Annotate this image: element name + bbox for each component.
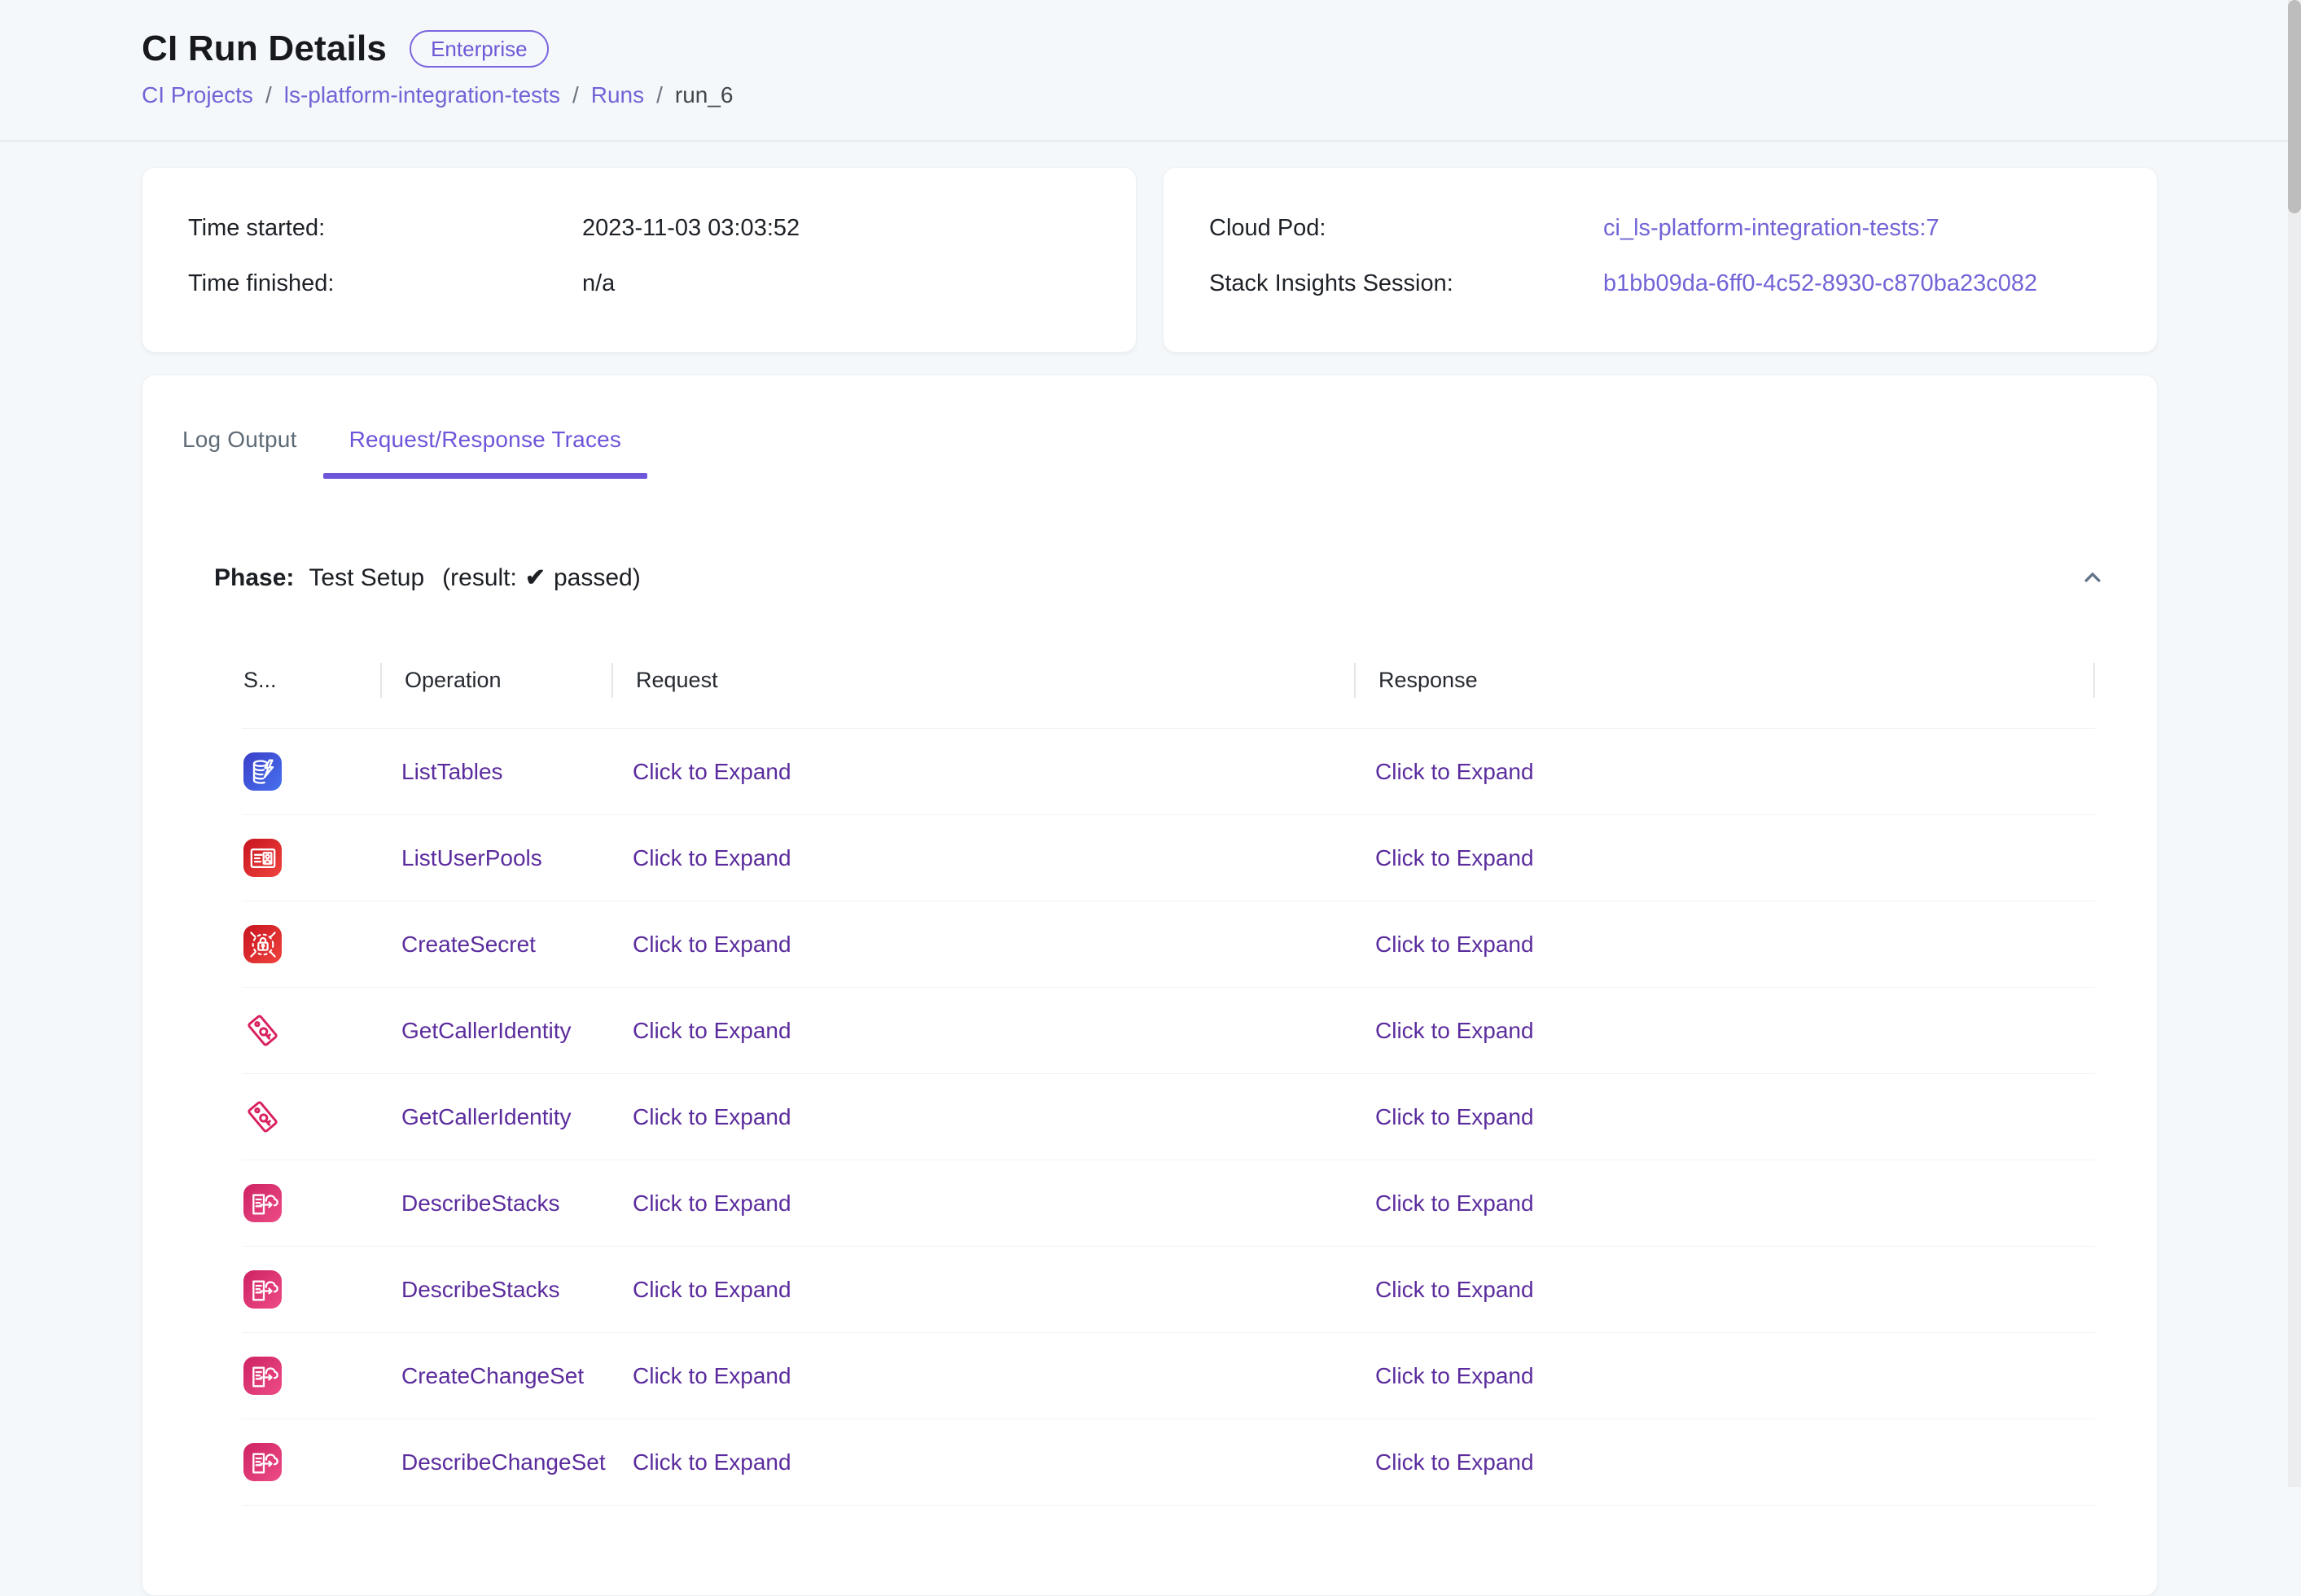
column-header-service: S...	[242, 633, 382, 728]
table-row: DescribeStacks Click to Expand Click to …	[242, 1247, 2095, 1333]
phase-header: Phase: Test Setup (result: ✔ passed)	[214, 559, 2110, 595]
phase-title: Phase: Test Setup (result: ✔ passed)	[214, 563, 641, 592]
column-header-request: Request	[613, 633, 1356, 728]
request-expand-link[interactable]: Click to Expand	[633, 1277, 791, 1302]
table-row: GetCallerIdentity Click to Expand Click …	[242, 988, 2095, 1074]
enterprise-badge-label: Enterprise	[431, 37, 528, 62]
response-expand-link[interactable]: Click to Expand	[1375, 1277, 1534, 1302]
trace-table-body: ListTables Click to Expand Click to Expa…	[242, 729, 2095, 1506]
request-expand-link[interactable]: Click to Expand	[633, 759, 791, 784]
time-finished-row: Time finished: n/a	[188, 267, 1090, 300]
operation-link[interactable]: DescribeChangeSet	[401, 1449, 606, 1475]
response-expand-link[interactable]: Click to Expand	[1375, 1104, 1534, 1129]
trace-table: S... Operation Request Response ListTabl…	[242, 633, 2095, 1506]
cloud-pod-row: Cloud Pod: ci_ls-platform-integration-te…	[1209, 212, 2111, 244]
phase-result-suffix: passed)	[554, 564, 641, 592]
traces-card: Log Output Request/Response Traces Phase…	[142, 375, 2158, 1596]
phase-label: Phase:	[214, 564, 294, 592]
secretsmanager-icon	[243, 925, 282, 963]
time-finished-value: n/a	[582, 267, 615, 300]
stack-insights-row: Stack Insights Session: b1bb09da-6ff0-4c…	[1209, 267, 2111, 300]
cloudformation-icon	[243, 1184, 282, 1222]
operation-link[interactable]: GetCallerIdentity	[401, 1018, 572, 1043]
operation-link[interactable]: ListTables	[401, 759, 503, 784]
phase-collapse-button[interactable]	[2075, 560, 2110, 594]
request-expand-link[interactable]: Click to Expand	[633, 1190, 791, 1216]
stack-insights-label: Stack Insights Session:	[1209, 267, 1603, 300]
breadcrumb-current-run: run_6	[675, 81, 734, 109]
operation-link[interactable]: DescribeStacks	[401, 1190, 560, 1216]
time-started-label: Time started:	[188, 212, 582, 244]
table-row: DescribeChangeSet Click to Expand Click …	[242, 1419, 2095, 1506]
phase-name: Test Setup	[309, 564, 424, 592]
column-header-response: Response	[1356, 633, 2095, 728]
phase-result-prefix: (result:	[442, 564, 517, 592]
table-row: ListUserPools Click to Expand Click to E…	[242, 815, 2095, 901]
tab-log-output[interactable]: Log Output	[156, 401, 323, 479]
breadcrumb-runs[interactable]: Runs	[591, 81, 644, 109]
table-row: ListTables Click to Expand Click to Expa…	[242, 729, 2095, 815]
page-header: CI Run Details Enterprise CI Projects / …	[0, 0, 2301, 142]
tab-request-response-traces[interactable]: Request/Response Traces	[323, 401, 648, 479]
enterprise-badge: Enterprise	[410, 30, 549, 68]
response-expand-link[interactable]: Click to Expand	[1375, 1363, 1534, 1388]
cloudformation-icon	[243, 1443, 282, 1481]
operation-link[interactable]: CreateSecret	[401, 932, 536, 957]
response-expand-link[interactable]: Click to Expand	[1375, 1018, 1534, 1043]
time-started-value: 2023-11-03 03:03:52	[582, 212, 800, 244]
response-expand-link[interactable]: Click to Expand	[1375, 845, 1534, 870]
time-started-row: Time started: 2023-11-03 03:03:52	[188, 212, 1090, 244]
response-expand-link[interactable]: Click to Expand	[1375, 1449, 1534, 1475]
breadcrumb-ci-projects[interactable]: CI Projects	[142, 81, 253, 109]
cognito-icon	[243, 839, 282, 877]
breadcrumb: CI Projects / ls-platform-integration-te…	[142, 81, 2159, 109]
time-finished-label: Time finished:	[188, 267, 582, 300]
response-expand-link[interactable]: Click to Expand	[1375, 1190, 1534, 1216]
cloud-pod-link[interactable]: ci_ls-platform-integration-tests:7	[1603, 212, 1939, 244]
request-expand-link[interactable]: Click to Expand	[633, 1363, 791, 1388]
response-expand-link[interactable]: Click to Expand	[1375, 932, 1534, 957]
summary-cards: Time started: 2023-11-03 03:03:52 Time f…	[142, 167, 2158, 353]
operation-link[interactable]: DescribeStacks	[401, 1277, 560, 1302]
operation-link[interactable]: ListUserPools	[401, 845, 542, 870]
cloudformation-icon	[243, 1270, 282, 1309]
cloudformation-icon	[243, 1357, 282, 1395]
operation-link[interactable]: CreateChangeSet	[401, 1363, 584, 1388]
breadcrumb-separator: /	[656, 81, 663, 109]
table-row: GetCallerIdentity Click to Expand Click …	[242, 1074, 2095, 1160]
page-scrollbar-track	[2288, 0, 2301, 1487]
tab-bar: Log Output Request/Response Traces	[142, 401, 2157, 479]
cloud-pod-label: Cloud Pod:	[1209, 212, 1603, 244]
operation-link[interactable]: GetCallerIdentity	[401, 1104, 572, 1129]
trace-table-header: S... Operation Request Response	[242, 633, 2095, 729]
breadcrumb-project[interactable]: ls-platform-integration-tests	[284, 81, 560, 109]
request-expand-link[interactable]: Click to Expand	[633, 845, 791, 870]
chevron-up-icon	[2079, 563, 2106, 591]
request-expand-link[interactable]: Click to Expand	[633, 1449, 791, 1475]
table-row: CreateChangeSet Click to Expand Click to…	[242, 1333, 2095, 1419]
column-header-operation: Operation	[382, 633, 613, 728]
breadcrumb-separator: /	[265, 81, 272, 109]
page-scrollbar-thumb[interactable]	[2288, 0, 2301, 213]
request-expand-link[interactable]: Click to Expand	[633, 1104, 791, 1129]
response-expand-link[interactable]: Click to Expand	[1375, 759, 1534, 784]
breadcrumb-separator: /	[572, 81, 579, 109]
table-row: CreateSecret Click to Expand Click to Ex…	[242, 901, 2095, 988]
table-row: DescribeStacks Click to Expand Click to …	[242, 1160, 2095, 1247]
page-title: CI Run Details	[142, 28, 387, 70]
dynamodb-icon	[243, 752, 282, 791]
phase-result: (result: ✔ passed)	[442, 563, 641, 592]
sts-icon	[243, 1098, 282, 1136]
run-times-card: Time started: 2023-11-03 03:03:52 Time f…	[142, 167, 1137, 353]
sts-icon	[243, 1011, 282, 1050]
request-expand-link[interactable]: Click to Expand	[633, 1018, 791, 1043]
pod-session-card: Cloud Pod: ci_ls-platform-integration-te…	[1163, 167, 2158, 353]
stack-insights-session-link[interactable]: b1bb09da-6ff0-4c52-8930-c870ba23c082	[1603, 267, 2037, 300]
request-expand-link[interactable]: Click to Expand	[633, 932, 791, 957]
check-icon: ✔	[525, 563, 546, 592]
